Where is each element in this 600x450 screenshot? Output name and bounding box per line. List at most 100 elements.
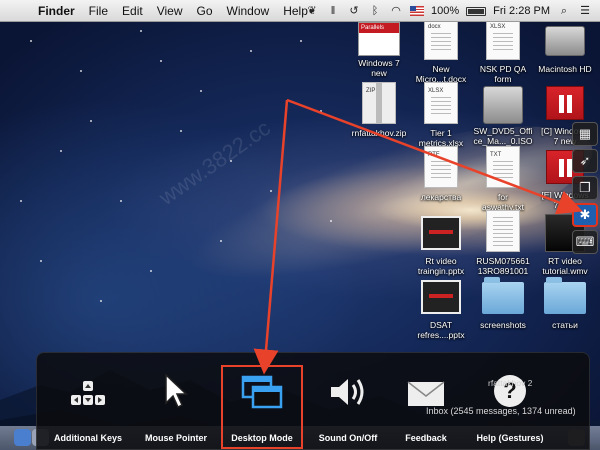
sound-toggle-button[interactable]: Sound On/Off bbox=[305, 353, 391, 450]
feature-label: Sound On/Off bbox=[318, 433, 378, 443]
desktop-icon[interactable]: SW_DVD5_Offi ce_Ma..._0.ISO bbox=[470, 82, 536, 146]
desktop-icon[interactable]: Rt video traingin.pptx bbox=[408, 210, 474, 276]
star bbox=[160, 60, 162, 62]
desktop-icon-label: Windows 7 new bbox=[358, 58, 400, 78]
star bbox=[120, 200, 122, 202]
pptx-file-icon bbox=[421, 216, 461, 250]
file-tag: XLSX bbox=[490, 24, 506, 30]
desktop-icon[interactable]: DSAT refres....pptx bbox=[408, 274, 474, 340]
xlsx-file-icon: XLSX bbox=[424, 82, 458, 124]
file-tag: XLSX bbox=[428, 88, 444, 94]
desktop-icon[interactable]: статьи bbox=[532, 274, 598, 330]
help-gestures-button[interactable]: ? Help (Gestures) bbox=[467, 353, 553, 450]
desktop-icon[interactable]: XLSX Tier 1 metrics.xlsx bbox=[408, 82, 474, 148]
parallels-status-icon[interactable]: ‖ bbox=[326, 4, 340, 18]
desktop-icon[interactable]: screenshots bbox=[470, 274, 536, 330]
desktop-icon[interactable]: RTF лекарства bbox=[408, 146, 474, 202]
desktop-icon[interactable]: RUSM075661 13RO891001 bbox=[470, 210, 536, 276]
menu-window[interactable]: Window bbox=[227, 4, 270, 18]
menu-bar: Finder File Edit View Go Window Help ❦ ‖… bbox=[0, 0, 600, 22]
windows-icon[interactable]: ▦ bbox=[572, 122, 598, 146]
time-machine-icon[interactable]: ↺ bbox=[347, 4, 361, 18]
feature-panel: Additional Keys Mouse Pointer Desktop Mo… bbox=[36, 352, 590, 450]
envelope-icon bbox=[407, 381, 445, 406]
battery-percent: 100% bbox=[431, 5, 460, 17]
desktop-icon-label: лекарства bbox=[420, 192, 462, 202]
desktop-icon[interactable]: docx New Micro...t.docx bbox=[408, 18, 474, 84]
docx-file-icon: docx bbox=[424, 18, 458, 60]
desktop-icon-label: статьи bbox=[552, 320, 578, 330]
search-icon[interactable]: ⌕ bbox=[557, 4, 571, 18]
star bbox=[330, 220, 332, 222]
screens-icon[interactable]: ❐ bbox=[572, 176, 598, 200]
partial-folder-label: rfattakhov 2 bbox=[488, 378, 533, 388]
desktop-icon[interactable]: XLSX NSK PD QA form bbox=[470, 18, 536, 84]
pptx-file-icon bbox=[421, 280, 461, 314]
desktop-icon[interactable]: Parallels Windows 7 new bbox=[346, 18, 412, 78]
star bbox=[20, 200, 22, 202]
wifi-icon[interactable]: ◠ bbox=[389, 4, 403, 18]
keyboard-icon[interactable]: ⌨ bbox=[572, 230, 598, 254]
feedback-button[interactable]: Feedback bbox=[383, 353, 469, 450]
desktop-icon-label: NSK PD QA form bbox=[479, 64, 527, 84]
star bbox=[220, 240, 222, 242]
leaf-icon[interactable]: ❦ bbox=[305, 4, 319, 18]
additional-keys-button[interactable]: Additional Keys bbox=[45, 353, 131, 450]
menu-go[interactable]: Go bbox=[197, 4, 213, 18]
bluetooth-icon[interactable]: ᛒ bbox=[368, 4, 382, 18]
hard-drive-icon bbox=[545, 26, 585, 56]
zip-file-icon: ZIP bbox=[362, 82, 396, 124]
star bbox=[140, 30, 142, 32]
parallels-document-icon: Parallels bbox=[358, 22, 400, 56]
keys-icon bbox=[71, 381, 105, 405]
file-tag: TXT bbox=[490, 152, 502, 158]
desktop-icon[interactable]: TXT for aswathy.txt bbox=[470, 146, 536, 212]
star bbox=[40, 260, 42, 262]
star bbox=[80, 70, 82, 72]
finder-dock-icon[interactable] bbox=[14, 429, 31, 446]
menu-file[interactable]: File bbox=[89, 4, 108, 18]
speaker-icon bbox=[331, 379, 364, 405]
desktop-icon[interactable]: ZIP rnfattakhov.zip bbox=[346, 82, 412, 138]
star bbox=[30, 40, 32, 42]
desktop-icon-label: RUSM075661 13RO891001 bbox=[476, 256, 530, 276]
parallels-vm-icon bbox=[546, 86, 584, 120]
folder-icon bbox=[544, 277, 586, 314]
rtf-file-icon: RTF bbox=[424, 146, 458, 188]
star bbox=[90, 120, 92, 122]
star bbox=[270, 190, 272, 192]
parallels-tag: Parallels bbox=[359, 23, 399, 33]
star bbox=[200, 90, 202, 92]
star bbox=[250, 50, 252, 52]
gear-icon[interactable]: ✱ bbox=[572, 203, 598, 227]
rocket-icon[interactable]: ➶ bbox=[572, 149, 598, 173]
document-file-icon bbox=[486, 210, 520, 252]
file-tag: docx bbox=[428, 24, 441, 30]
battery-icon[interactable] bbox=[466, 6, 487, 16]
clock[interactable]: Fri 2:28 PM bbox=[493, 5, 550, 17]
folder-icon bbox=[482, 277, 524, 314]
feature-label: Mouse Pointer bbox=[144, 433, 207, 443]
input-source-flag-icon[interactable] bbox=[410, 6, 424, 16]
star bbox=[100, 300, 102, 302]
notification-center-icon[interactable]: ☰ bbox=[578, 4, 592, 18]
desktop-icon-label: screenshots bbox=[480, 320, 526, 330]
desktop-icon[interactable]: Macintosh HD bbox=[532, 18, 598, 74]
desktop-icon-label: RT video tutorial.wmv bbox=[542, 256, 588, 276]
feature-label: Feedback bbox=[405, 433, 447, 443]
menu-app-finder[interactable]: Finder bbox=[38, 4, 75, 18]
inbox-status: Inbox (2545 messages, 1374 unread) bbox=[426, 406, 576, 416]
xlsx-file-icon: XLSX bbox=[486, 18, 520, 60]
menu-view[interactable]: View bbox=[157, 4, 183, 18]
txt-file-icon: TXT bbox=[486, 146, 520, 188]
desktop-icon-label: DSAT refres....pptx bbox=[417, 320, 465, 340]
mouse-pointer-button[interactable]: Mouse Pointer bbox=[133, 353, 219, 450]
side-toolbar: ▦ ➶ ❐ ✱ ⌨ bbox=[572, 122, 600, 254]
menu-edit[interactable]: Edit bbox=[122, 4, 143, 18]
star bbox=[300, 40, 302, 42]
iso-disk-icon bbox=[483, 86, 523, 124]
highlight-box bbox=[221, 365, 303, 449]
desktop-icon-label: for aswathy.txt bbox=[482, 192, 524, 212]
star bbox=[60, 150, 62, 152]
file-tag: ZIP bbox=[366, 88, 376, 94]
